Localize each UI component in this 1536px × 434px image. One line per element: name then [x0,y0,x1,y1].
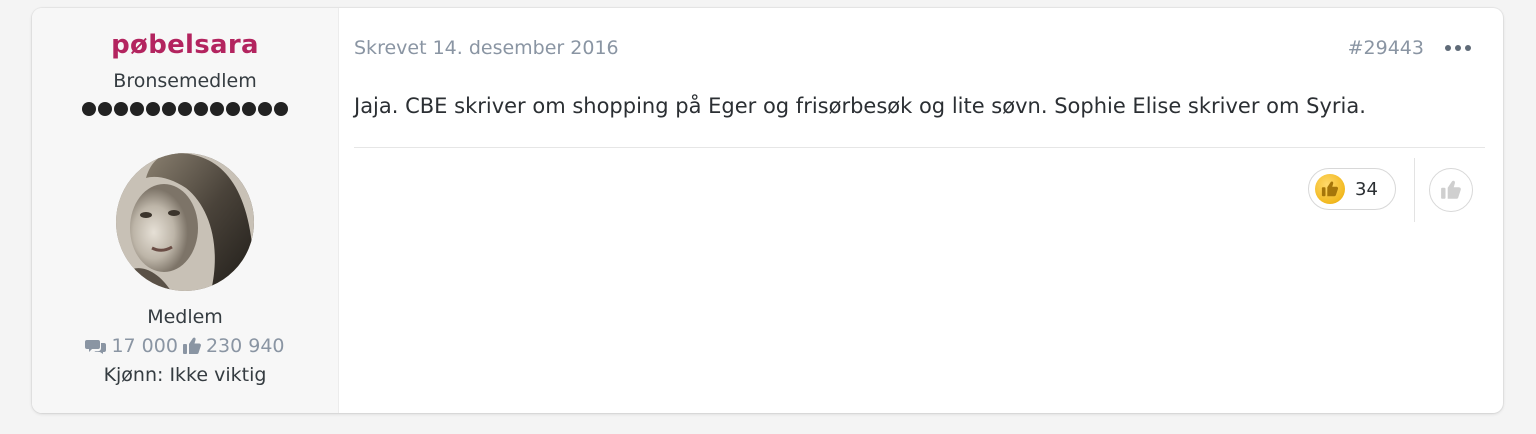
author-panel: pøbelsara Bronsemedlem Medlem 17 000 230… [32,8,339,413]
author-name-link[interactable]: pøbelsara [32,30,338,60]
thumbs-up-icon [1441,180,1461,199]
rank-pip [210,102,224,116]
like-button[interactable] [1429,168,1473,212]
comments-icon [85,340,107,354]
forum-post: pøbelsara Bronsemedlem Medlem 17 000 230… [32,8,1503,413]
author-rank-title: Bronsemedlem [113,70,257,92]
author-group: Medlem [147,306,223,328]
post-number-link[interactable]: #29443 [1348,37,1424,59]
rank-pip [82,102,96,116]
more-options-icon[interactable] [1445,38,1471,58]
divider [354,147,1485,148]
author-stats: 17 000 230 940 [32,335,338,357]
post-count: 17 000 [111,335,178,357]
like-reaction-icon [1315,174,1345,204]
post-date[interactable]: Skrevet 14. desember 2016 [354,37,619,59]
rank-pip [162,102,176,116]
reactions-summary-button[interactable]: 34 [1308,168,1396,210]
rank-pip [242,102,256,116]
post-content: Skrevet 14. desember 2016 #29443 Jaja. C… [339,8,1503,413]
reaction-separator [1414,158,1415,222]
rank-pip [226,102,240,116]
rank-pip [98,102,112,116]
rank-pip [258,102,272,116]
reputation-count: 230 940 [205,335,285,357]
rank-pip [274,102,288,116]
rank-pips [32,102,338,116]
rank-pip [178,102,192,116]
avatar-image [116,153,254,291]
reaction-count: 34 [1355,178,1378,200]
rank-pip [146,102,160,116]
author-gender: Kjønn: Ikke viktig [103,364,267,386]
post-body: Jaja. CBE skriver om shopping på Eger og… [354,94,1366,118]
rank-pip [130,102,144,116]
avatar[interactable] [116,153,254,291]
rank-pip [194,102,208,116]
rank-pip [114,102,128,116]
thumbs-up-icon [182,337,201,354]
